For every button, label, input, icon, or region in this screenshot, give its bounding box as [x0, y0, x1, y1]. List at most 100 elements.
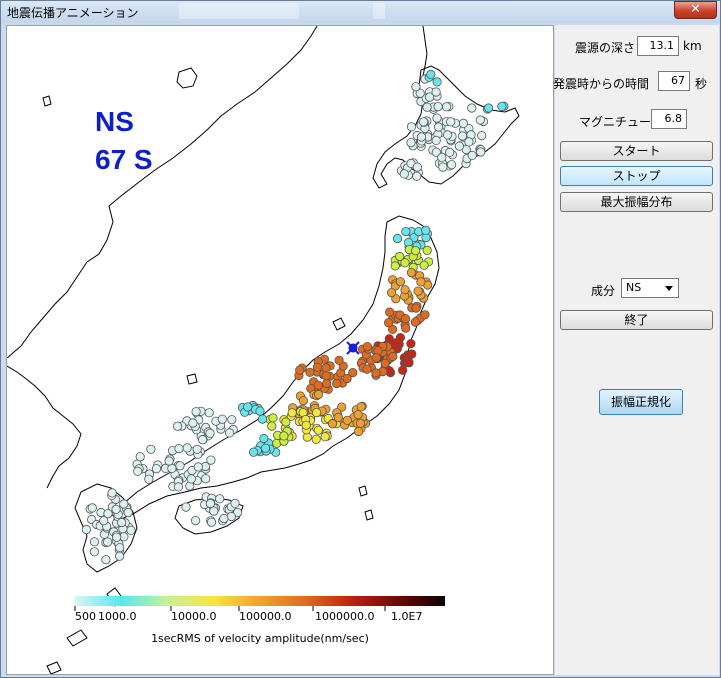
station-marker [267, 421, 277, 431]
japan-map: 500 1000.0 10000.0 100000.0 1000000.0 1.0E7 1s… [7, 26, 520, 674]
component-label: 成分 [591, 284, 616, 298]
station-marker [321, 371, 331, 381]
color-scale-label: 1000000.0 [315, 610, 375, 623]
station-marker [355, 418, 366, 428]
depth-label: 震源の深さ [575, 41, 636, 55]
station-marker [353, 410, 363, 420]
station-marker [412, 171, 422, 181]
station-marker [334, 355, 344, 365]
station-marker [380, 358, 390, 368]
color-scale-label: 1000.0 [98, 610, 137, 623]
station-marker [173, 421, 183, 431]
station-marker [281, 417, 291, 427]
station-marker [287, 408, 297, 418]
component-select[interactable]: NS [621, 278, 679, 298]
station-marker [255, 406, 265, 416]
elapsed-field[interactable]: 67 [658, 71, 690, 91]
station-marker [362, 341, 372, 352]
magnitude-field[interactable]: 6.8 [651, 109, 687, 129]
station-marker [111, 504, 121, 514]
station-marker [390, 338, 400, 348]
station-marker [353, 426, 364, 437]
station-marker [219, 513, 229, 524]
station-marker [432, 113, 442, 123]
station-marker [103, 537, 113, 547]
depth-field[interactable]: 13.1 [637, 36, 679, 56]
station-marker [406, 138, 416, 148]
normalize-amplitude-button[interactable]: 振幅正規化 [599, 389, 683, 415]
station-marker [401, 227, 411, 237]
station-marker [311, 434, 321, 444]
depth-unit: km [683, 39, 702, 53]
station-marker [411, 82, 421, 92]
station-marker [475, 115, 485, 125]
station-marker [182, 443, 192, 453]
station-marker [87, 503, 97, 513]
component-select-value: NS [626, 281, 642, 294]
color-scale-label: 1.0E7 [391, 610, 422, 623]
station-marker [400, 285, 410, 295]
exit-button[interactable]: 終了 [560, 310, 713, 330]
station-marker [483, 103, 494, 113]
station-marker [119, 499, 129, 509]
station-marker [217, 414, 227, 424]
station-marker [420, 310, 430, 320]
station-marker [467, 150, 477, 160]
island [332, 317, 346, 331]
station-marker [386, 287, 397, 298]
station-marker [395, 277, 406, 287]
station-marker [193, 462, 203, 472]
station-marker [322, 378, 332, 389]
mainland-coast [7, 26, 318, 359]
color-scale-label: 500 [75, 610, 96, 623]
station-marker [135, 452, 145, 462]
station-marker [321, 363, 331, 373]
station-marker [268, 413, 278, 423]
station-marker [123, 507, 133, 518]
station-marker [243, 402, 253, 412]
station-marker [107, 488, 117, 498]
station-marker [348, 367, 358, 378]
station-marker [144, 474, 154, 484]
station-marker [205, 428, 215, 438]
island [358, 485, 368, 497]
station-marker [99, 516, 109, 526]
station-marker [117, 517, 127, 528]
station-marker [320, 432, 330, 442]
station-marker [433, 102, 443, 112]
station-marker [411, 303, 421, 313]
station-marker [446, 160, 457, 170]
station-marker [311, 407, 322, 418]
station-marker [419, 260, 429, 270]
title-bar[interactable]: 地震伝播アニメーション ✕ [1, 1, 720, 23]
stop-button[interactable]: ストップ [560, 166, 713, 186]
station-marker [101, 555, 111, 565]
station-marker [467, 103, 477, 113]
elapsed-unit: 秒 [695, 77, 708, 91]
start-button[interactable]: スタート [560, 141, 713, 161]
station-marker [332, 378, 342, 389]
station-marker [333, 412, 343, 422]
close-button[interactable]: ✕ [674, 1, 717, 19]
station-marker [400, 258, 410, 268]
island [66, 629, 88, 647]
station-marker [215, 494, 225, 504]
color-scale-bar: 500 1000.0 10000.0 100000.0 1000000.0 1.0E7 1s… [74, 596, 445, 645]
station-marker [464, 137, 474, 147]
station-marker [388, 351, 398, 362]
station-marker [305, 367, 315, 377]
max-amplitude-button[interactable]: 最大振幅分布 [560, 192, 713, 212]
station-marker [400, 314, 411, 324]
station-marker [259, 433, 269, 444]
station-marker [371, 368, 381, 378]
station-marker [112, 532, 122, 542]
station-marker [416, 277, 426, 287]
station-marker [441, 102, 452, 112]
station-marker [407, 349, 417, 359]
station-marker [385, 307, 395, 317]
station-marker [401, 323, 411, 333]
station-marker [133, 466, 143, 476]
map-panel: 500 1000.0 10000.0 100000.0 1000000.0 1.0E7 1s… [6, 25, 554, 675]
station-marker [115, 551, 125, 561]
station-marker [89, 537, 100, 547]
